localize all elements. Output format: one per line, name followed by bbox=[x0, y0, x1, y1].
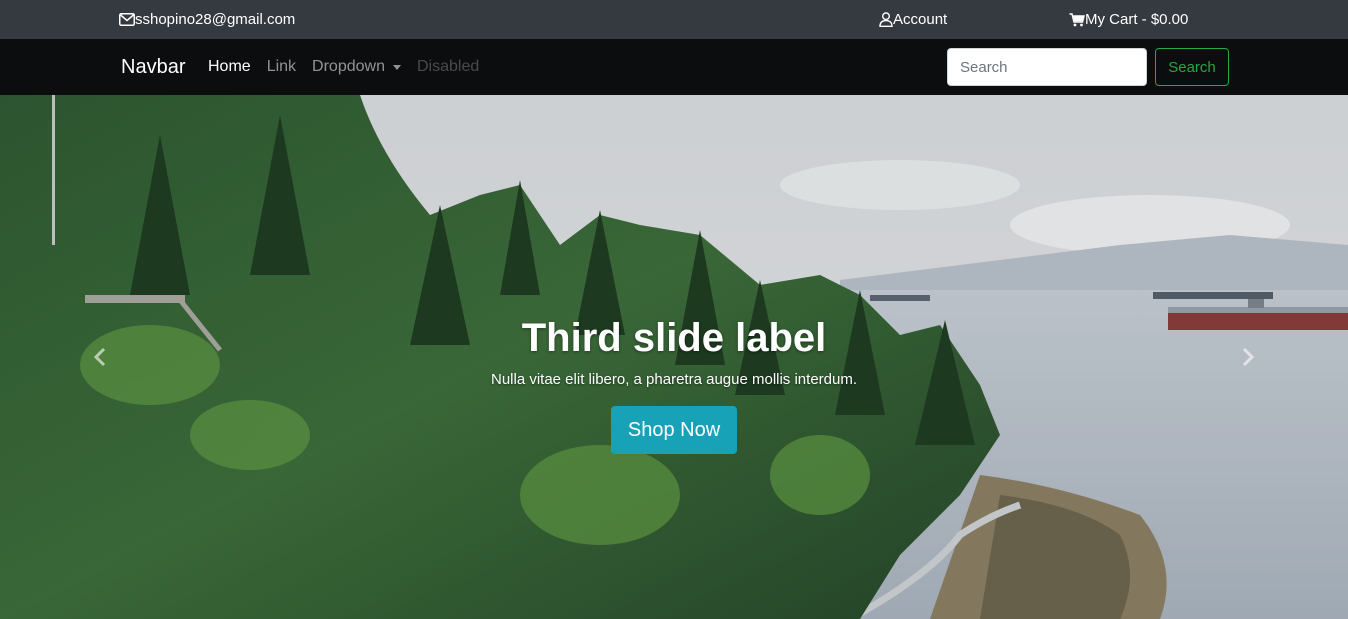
nav-link[interactable]: Link bbox=[267, 58, 296, 76]
cart-link[interactable]: My Cart - $0.00 bbox=[1069, 0, 1188, 39]
user-icon bbox=[879, 12, 893, 27]
top-utility-bar: sshopino28@gmail.com Account My Cart - $… bbox=[0, 0, 1348, 39]
email-text: sshopino28@gmail.com bbox=[135, 11, 296, 28]
slide-text: Nulla vitae elit libero, a pharetra augu… bbox=[490, 371, 858, 388]
nav-home[interactable]: Home bbox=[208, 58, 251, 76]
account-link[interactable]: Account bbox=[879, 0, 947, 39]
caret-down-icon bbox=[392, 64, 401, 70]
nav-dropdown-label: Dropdown bbox=[312, 58, 385, 75]
search-button[interactable]: Search bbox=[1155, 48, 1229, 86]
nav-links: Home Link Dropdown Disabled bbox=[208, 39, 495, 95]
account-label: Account bbox=[893, 11, 948, 28]
nav-dropdown[interactable]: Dropdown bbox=[312, 58, 401, 76]
navbar-brand[interactable]: Navbar bbox=[121, 39, 185, 95]
search-input[interactable] bbox=[947, 48, 1147, 86]
main-navbar: Navbar Home Link Dropdown Disabled Searc… bbox=[0, 39, 1348, 95]
slide-title: Third slide label bbox=[521, 316, 827, 360]
carousel-caption: Third slide label Nulla vitae elit liber… bbox=[0, 315, 1348, 454]
shop-now-button[interactable]: Shop Now bbox=[610, 406, 738, 454]
cart-icon bbox=[1069, 12, 1085, 27]
contact-email[interactable]: sshopino28@gmail.com bbox=[119, 0, 295, 39]
hero-carousel: Third slide label Nulla vitae elit liber… bbox=[0, 95, 1348, 619]
envelope-icon bbox=[119, 13, 135, 26]
nav-disabled: Disabled bbox=[416, 58, 480, 75]
cart-label: My Cart - $0.00 bbox=[1085, 11, 1189, 28]
